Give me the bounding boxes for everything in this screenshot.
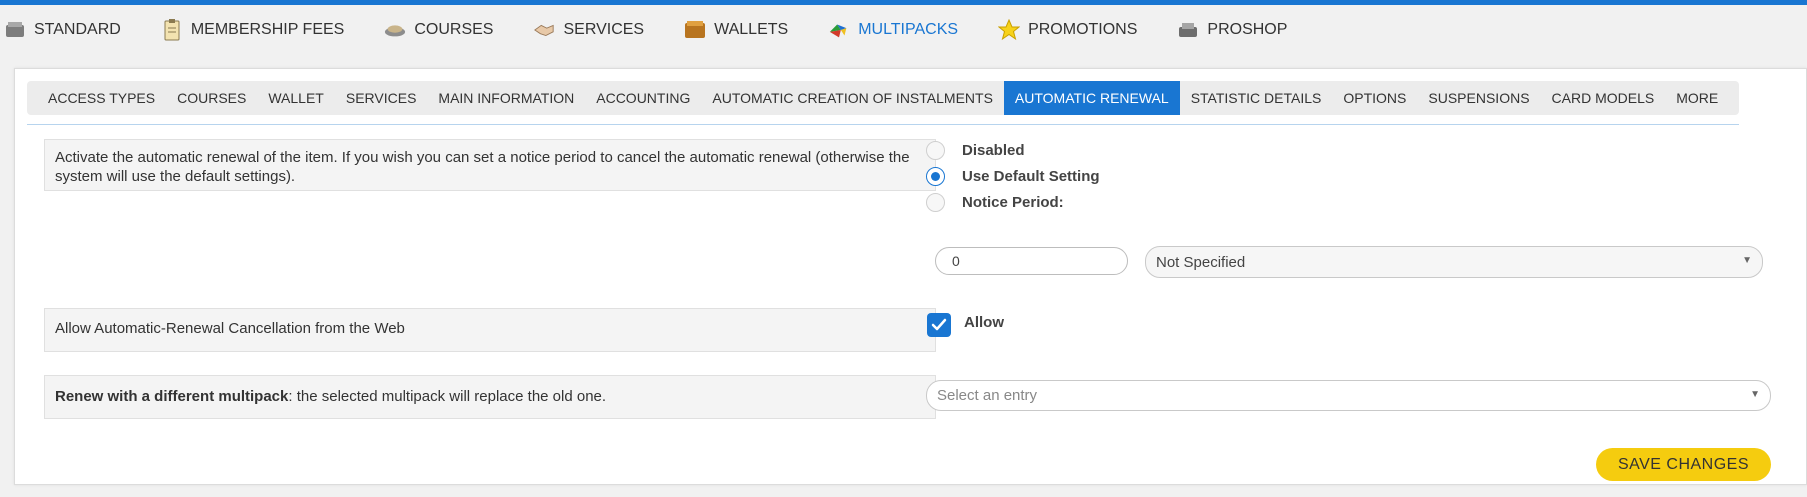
radio-disabled[interactable]: Disabled (926, 141, 1025, 160)
standard-icon (4, 19, 26, 41)
tab-statistic-details[interactable]: STATISTIC DETAILS (1180, 81, 1333, 115)
sub-tabs: ACCESS TYPES COURSES WALLET SERVICES MAI… (27, 81, 1740, 115)
tab-main-information[interactable]: MAIN INFORMATION (427, 81, 585, 115)
membership-fees-icon (161, 19, 183, 41)
tab-suspensions[interactable]: SUSPENSIONS (1417, 81, 1540, 115)
web-cancellation-description: Allow Automatic-Renewal Cancellation fro… (44, 308, 936, 352)
radio-button[interactable] (926, 167, 945, 186)
tab-more[interactable]: MORE (1665, 81, 1729, 115)
tab-wallet[interactable]: WALLET (257, 81, 335, 115)
nav-item-services[interactable]: SERVICES (533, 5, 644, 55)
radio-button[interactable] (926, 193, 945, 212)
renewal-description: Activate the automatic renewal of the it… (44, 139, 936, 191)
tab-automatic-creation-of-instalments[interactable]: AUTOMATIC CREATION OF INSTALMENTS (701, 81, 1004, 115)
nav-label: COURSES (414, 21, 494, 38)
wallets-icon (684, 19, 706, 41)
chevron-down-icon: ▼ (1742, 255, 1752, 266)
radio-notice-period[interactable]: Notice Period: (926, 193, 1064, 212)
tab-access-types[interactable]: ACCESS TYPES (37, 81, 166, 115)
nav-label: WALLETS (714, 21, 789, 38)
notice-unit-select[interactable]: Not Specified ▼ (1145, 246, 1763, 278)
nav-item-standard[interactable]: STANDARD (4, 5, 121, 55)
radio-label: Use Default Setting (962, 168, 1100, 185)
tab-options[interactable]: OPTIONS (1332, 81, 1417, 115)
nav-item-multipacks[interactable]: MULTIPACKS (828, 5, 958, 55)
description-rest: : the selected multipack will replace th… (288, 388, 607, 405)
proshop-icon (1177, 19, 1199, 41)
multipack-select[interactable]: Select an entry ▼ (926, 380, 1771, 411)
main-nav: STANDARD MEMBERSHIP FEES COURSES SERVICE… (0, 5, 1807, 55)
description-bold: Renew with a different multipack (55, 388, 289, 405)
notice-period-input[interactable] (935, 247, 1128, 275)
tab-automatic-renewal[interactable]: AUTOMATIC RENEWAL (1003, 81, 1180, 115)
nav-item-promotions[interactable]: PROMOTIONS (998, 5, 1137, 55)
chevron-down-icon: ▼ (1750, 389, 1760, 400)
allow-checkbox[interactable] (927, 313, 951, 337)
multipacks-icon (828, 19, 850, 41)
nav-label: MULTIPACKS (858, 21, 959, 38)
nav-label: PROMOTIONS (1028, 21, 1138, 38)
different-multipack-description: Renew with a different multipack: the se… (44, 375, 936, 419)
checkmark-icon (931, 318, 947, 331)
radio-label: Disabled (962, 142, 1025, 159)
allow-label: Allow (964, 314, 1004, 331)
nav-label: SERVICES (563, 21, 645, 38)
nav-item-courses[interactable]: COURSES (384, 5, 493, 55)
nav-item-proshop[interactable]: PROSHOP (1177, 5, 1287, 55)
nav-item-membership-fees[interactable]: MEMBERSHIP FEES (161, 5, 345, 55)
nav-label: STANDARD (34, 21, 121, 38)
select-value: Not Specified (1156, 253, 1246, 271)
courses-icon (384, 19, 406, 41)
radio-use-default-setting[interactable]: Use Default Setting (926, 167, 1100, 186)
radio-button[interactable] (926, 141, 945, 160)
services-icon (533, 19, 555, 41)
settings-panel: ACCESS TYPES COURSES WALLET SERVICES MAI… (14, 68, 1807, 485)
star-icon (998, 19, 1021, 41)
tab-accounting[interactable]: ACCOUNTING (585, 81, 701, 115)
tab-card-models[interactable]: CARD MODELS (1541, 81, 1666, 115)
tab-courses[interactable]: COURSES (166, 81, 257, 115)
sub-tabs-container: ACCESS TYPES COURSES WALLET SERVICES MAI… (27, 81, 1740, 125)
nav-item-wallets[interactable]: WALLETS (684, 5, 788, 55)
nav-label: PROSHOP (1207, 21, 1288, 38)
tab-services[interactable]: SERVICES (335, 81, 428, 115)
select-placeholder: Select an entry (937, 387, 1038, 404)
nav-label: MEMBERSHIP FEES (190, 21, 345, 38)
radio-label: Notice Period: (962, 194, 1064, 211)
save-changes-button[interactable]: SAVE CHANGES (1596, 448, 1771, 481)
